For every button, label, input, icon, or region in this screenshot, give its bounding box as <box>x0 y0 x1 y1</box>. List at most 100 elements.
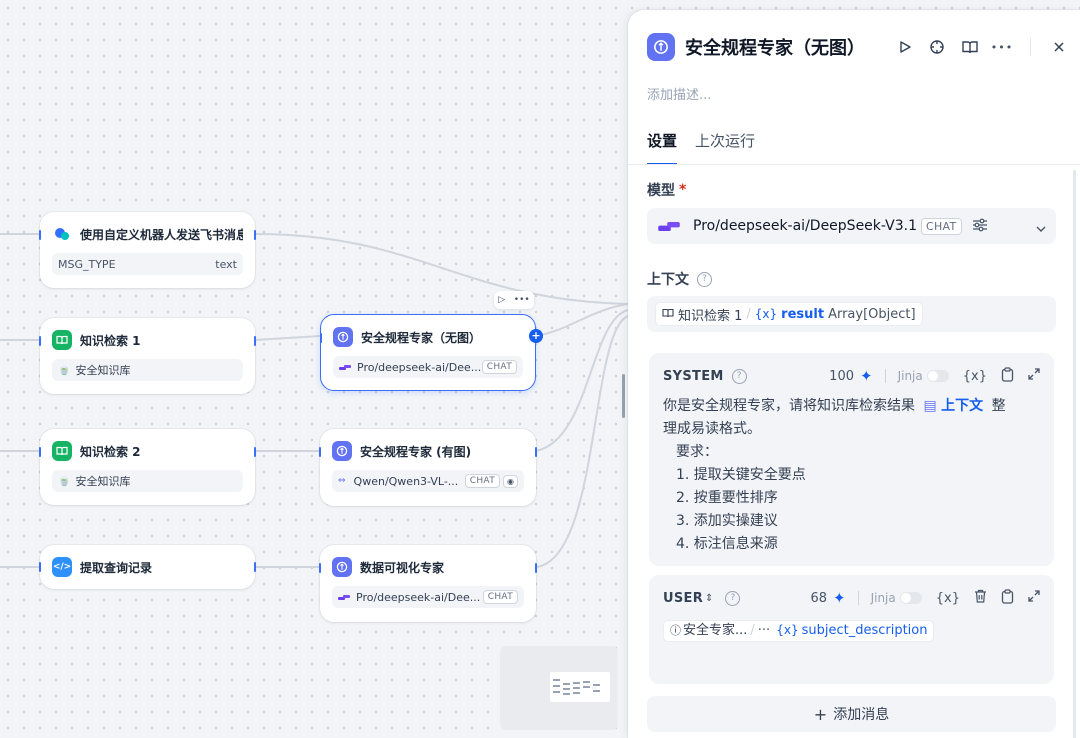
variable-name: subject_description <box>801 623 928 638</box>
run-icon[interactable] <box>895 37 915 57</box>
close-icon[interactable] <box>1049 37 1069 57</box>
node-output-handle[interactable] <box>254 562 256 572</box>
more-icon[interactable]: ••• <box>991 37 1012 57</box>
insert-variable-icon[interactable]: {x} <box>936 591 960 606</box>
plus-icon: + <box>813 704 828 724</box>
prompt-text: 理成易读格式。 <box>663 421 761 437</box>
add-message-button[interactable]: + 添加消息 <box>647 696 1056 732</box>
expand-icon[interactable] <box>1028 590 1040 606</box>
chevron-updown-icon[interactable]: ⇕ <box>705 593 713 604</box>
jinja-toggle[interactable] <box>926 370 949 382</box>
model-name: Qwen/Qwen3-VL-... <box>353 474 459 488</box>
model-selector[interactable]: Pro/deepseek-ai/DeepSeek-V3.1 CHAT <box>647 208 1056 244</box>
node-knowledge-retrieval-1[interactable]: 知识检索 1 🍵 安全知识库 <box>39 318 256 394</box>
context-reference[interactable]: 上下文 <box>941 398 983 414</box>
vision-eye-icon: ◉ <box>503 474 518 488</box>
context-variable-field[interactable]: 知识检索 1 / {x} result Array[Object] <box>647 296 1056 332</box>
knowledge-base-name: 安全知识库 <box>75 475 131 488</box>
user-message-block: USER ⇕ ? 68 ✦ Jinja {x} ⓘ 安全专家... / ··· … <box>649 575 1054 684</box>
tab-settings[interactable]: 设置 <box>647 130 678 165</box>
run-icon[interactable]: ▷ <box>498 295 505 305</box>
role-selector[interactable]: USER <box>663 591 703 606</box>
node-input-handle[interactable] <box>319 563 321 573</box>
node-input-handle[interactable] <box>319 447 321 457</box>
help-icon[interactable]: ? <box>725 590 741 606</box>
copy-icon[interactable] <box>1001 588 1014 608</box>
node-variable-row: MSG_TYPE text <box>52 253 243 275</box>
divider <box>884 369 886 383</box>
qwen-logo-icon: ⇔ <box>338 476 346 486</box>
minimap[interactable] <box>500 646 618 730</box>
add-message-label: 添加消息 <box>833 707 890 723</box>
deepseek-logo-icon <box>338 594 350 600</box>
ai-generate-icon[interactable]: ✦ <box>860 367 873 385</box>
panel-scrollbar[interactable] <box>1073 170 1076 738</box>
node-input-handle[interactable] <box>39 230 41 240</box>
source-node-name: 知识检索 1 <box>678 308 743 324</box>
ai-generate-icon[interactable]: ✦ <box>833 589 846 607</box>
node-mini-toolbar: ▷ ••• <box>494 291 534 309</box>
llm-icon <box>332 557 352 577</box>
path-separator: / <box>750 623 755 638</box>
required-mark: * <box>679 182 687 198</box>
node-knowledge-retrieval-2[interactable]: 知识检索 2 🍵 安全知识库 <box>39 429 256 505</box>
node-safety-expert-no-image[interactable]: + 安全规程专家（无图） Pro/deepseek-ai/Dee... CHAT <box>319 314 543 391</box>
requirement-item: 1. 提取关键安全要点 <box>676 467 806 483</box>
expand-icon[interactable] <box>1028 368 1040 384</box>
node-output-handle[interactable] <box>535 563 537 573</box>
panel-resize-handle[interactable] <box>622 374 625 418</box>
node-output-handle[interactable] <box>254 230 256 240</box>
edge-expert2-out <box>535 309 628 452</box>
node-safety-expert-with-image[interactable]: 安全规程专家 (有图) ⇔ Qwen/Qwen3-VL-... CHAT ◉ <box>319 429 537 506</box>
description-input[interactable]: 添加描述... <box>647 84 711 103</box>
node-input-handle[interactable] <box>39 447 41 457</box>
help-icon[interactable]: ? <box>697 271 712 287</box>
llm-icon <box>647 33 675 61</box>
token-count: 68 <box>810 590 827 606</box>
node-input-handle[interactable] <box>39 336 41 346</box>
node-title: 安全规程专家（无图） <box>361 330 482 345</box>
node-input-handle[interactable] <box>39 562 41 572</box>
node-title: 提取查询记录 <box>80 560 153 575</box>
node-data-visualization-expert[interactable]: 数据可视化专家 Pro/deepseek-ai/Dee... CHAT <box>319 545 537 622</box>
minimap-preview <box>550 672 610 702</box>
context-label: 上下文 ? <box>647 269 712 289</box>
deepseek-logo-icon <box>658 221 680 231</box>
insert-variable-icon[interactable]: {x} <box>963 369 987 384</box>
variable-reference-chip[interactable]: ⓘ 安全专家... / ··· {x} subject_description <box>663 619 935 642</box>
path-ellipsis: ··· <box>757 623 771 638</box>
toolbar-divider <box>1030 38 1031 56</box>
crosshair-icon[interactable] <box>927 37 947 57</box>
variable-type: Array[Object] <box>828 306 916 322</box>
model-params-icon[interactable] <box>972 217 988 236</box>
add-node-icon[interactable]: + <box>529 329 543 343</box>
user-prompt-editor[interactable]: ⓘ 安全专家... / ··· {x} subject_description <box>663 619 1040 642</box>
system-prompt-editor[interactable]: 你是安全规程专家，请将知识库检索结果 ▤ 上下文 整 理成易读格式。 要求： 1… <box>663 395 1040 556</box>
more-icon[interactable]: ••• <box>514 295 530 305</box>
book-icon <box>52 441 72 461</box>
copy-icon[interactable] <box>1001 366 1014 386</box>
book-open-icon[interactable] <box>960 37 980 57</box>
node-feishu[interactable]: 使用自定义机器人发送飞书消息 MSG_TYPE text <box>39 212 256 288</box>
chat-tag: CHAT <box>920 217 962 235</box>
node-output-handle[interactable] <box>254 336 256 346</box>
node-input-handle[interactable] <box>319 333 322 343</box>
jinja-toggle[interactable] <box>899 592 922 604</box>
system-message-header: SYSTEM ? 100 ✦ Jinja {x} <box>663 366 1040 386</box>
trash-icon[interactable] <box>974 589 987 607</box>
node-output-handle[interactable] <box>535 447 537 457</box>
context-label-text: 上下文 <box>647 272 689 288</box>
model-label-text: 模型 <box>647 183 675 199</box>
context-variable-chip[interactable]: 知识检索 1 / {x} result Array[Object] <box>655 302 923 326</box>
tab-last-run[interactable]: 上次运行 <box>695 130 755 165</box>
feishu-icon <box>52 224 72 244</box>
requirement-item: 4. 标注信息来源 <box>676 536 778 552</box>
node-extract-query[interactable]: </> 提取查询记录 <box>39 545 256 589</box>
node-model-chip: Pro/deepseek-ai/Dee... CHAT <box>332 586 524 608</box>
edge-kb1-expert <box>254 335 321 341</box>
panel-title[interactable]: 安全规程专家（无图） <box>685 34 865 60</box>
chevron-down-icon[interactable] <box>1036 217 1046 236</box>
help-icon[interactable]: ? <box>731 368 747 384</box>
node-output-handle[interactable] <box>254 447 256 457</box>
knowledge-base-name: 安全知识库 <box>75 364 131 377</box>
